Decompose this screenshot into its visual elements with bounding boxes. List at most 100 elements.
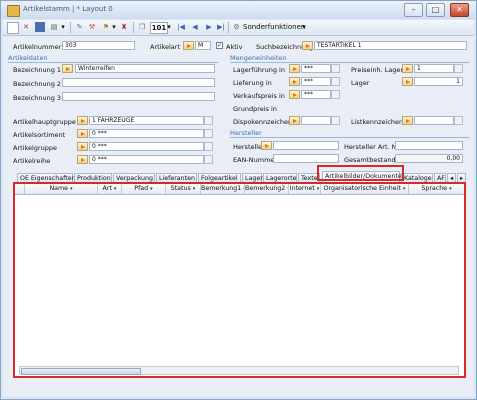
- col-bemerkung1-label: Bemerkung1: [201, 185, 242, 192]
- suchbezeichnung-field[interactable]: TESTARTIKEL 1: [314, 41, 467, 50]
- lieferung-dropdown[interactable]: [331, 77, 340, 86]
- lager-lookup-icon[interactable]: [402, 77, 413, 86]
- copy-icon[interactable]: ❐: [137, 22, 147, 32]
- reihe-dropdown[interactable]: [204, 155, 213, 164]
- stamp-icon[interactable]: ♜: [119, 22, 129, 32]
- chevron-down-icon[interactable]: ▾: [193, 186, 196, 192]
- lagerfuehrung-lookup-icon[interactable]: [289, 64, 300, 73]
- artikelnummer-field[interactable]: 303: [62, 41, 135, 50]
- col-bemerkung1[interactable]: Bemerkung1▾: [201, 184, 245, 194]
- grid-body[interactable]: [15, 195, 464, 363]
- col-internet[interactable]: Internet ▾: [289, 184, 321, 194]
- preiseinh-dropdown[interactable]: [454, 64, 463, 73]
- bezeichnung3-label: Bezeichnung 3: [13, 94, 62, 102]
- save-icon[interactable]: [35, 22, 45, 32]
- bezeichnung2-field[interactable]: [62, 78, 215, 87]
- col-organisatorische-einheit[interactable]: Organisatorische Einheit ▾: [321, 184, 409, 194]
- print-icon[interactable]: ▤: [49, 22, 59, 32]
- col-status[interactable]: Status ▾: [166, 184, 201, 194]
- preiseinh-lookup-icon[interactable]: [402, 64, 413, 73]
- reihe-lookup-icon[interactable]: [77, 155, 88, 164]
- col-sprache-label: Sprache: [421, 185, 448, 192]
- chevron-down-icon[interactable]: ▾: [317, 186, 320, 192]
- artikeldaten-section: Artikeldaten: [8, 54, 48, 62]
- lagerfuehrung-field[interactable]: ***: [301, 64, 331, 73]
- special-functions-dropdown-icon[interactable]: ▾: [301, 22, 307, 32]
- col-bemerkung2-label: Bemerkung2: [245, 185, 286, 192]
- hersteller-artnr-label: Hersteller Art. Nr.: [344, 143, 401, 151]
- row-selector-header[interactable]: [15, 184, 25, 194]
- special-functions-button[interactable]: Sonderfunktionen: [243, 22, 305, 32]
- chevron-down-icon[interactable]: ▾: [70, 186, 73, 192]
- hersteller-field[interactable]: [273, 141, 339, 150]
- hauptgruppe-dropdown[interactable]: [204, 116, 213, 125]
- ean-field[interactable]: [273, 154, 339, 163]
- chevron-down-icon[interactable]: ▾: [114, 186, 117, 192]
- dispokennzeichen-field[interactable]: [301, 116, 331, 125]
- counter-dropdown-icon[interactable]: ▾: [166, 22, 172, 32]
- gruppe-field[interactable]: 0 ***: [89, 142, 204, 151]
- maximize-button[interactable]: □: [426, 3, 445, 17]
- close-button[interactable]: ✕: [450, 3, 469, 17]
- col-name[interactable]: Name ▾: [25, 184, 98, 194]
- col-art[interactable]: Art ▾: [98, 184, 122, 194]
- bezeichnung3-field[interactable]: [62, 92, 215, 101]
- artikelhauptgruppe-label: Artikelhauptgruppe: [13, 118, 76, 126]
- col-sprache[interactable]: Sprache ▾: [409, 184, 464, 194]
- toolbar: ✕ ▤ ▾ ✎ ⚒ ⚑ ▾ ♜ ❐ 101 ▾ |◀ ◀ ▶ ▶| ⚙ Sond…: [3, 20, 474, 36]
- first-record-icon[interactable]: |◀: [176, 22, 186, 32]
- bezeichnung1-lookup-icon[interactable]: [62, 64, 73, 73]
- edit-pencil-icon[interactable]: ✎: [75, 22, 84, 32]
- col-bemerkung2[interactable]: Bemerkung2▾: [245, 184, 289, 194]
- horizontal-scrollbar[interactable]: [19, 366, 459, 375]
- print-dropdown-icon[interactable]: ▾: [60, 22, 66, 32]
- chevron-down-icon[interactable]: ▾: [403, 186, 406, 192]
- bell-icon[interactable]: ⚑: [101, 22, 111, 32]
- preiseinh-label: Preiseinh. Lager: [351, 66, 404, 74]
- artikelsortiment-label: Artikelsortiment: [13, 131, 66, 139]
- reihe-field[interactable]: 0 ***: [89, 155, 204, 164]
- sortiment-field[interactable]: 0 ***: [89, 129, 204, 138]
- aktiv-checkbox[interactable]: ✓: [216, 42, 223, 49]
- artikelart-field[interactable]: M: [195, 41, 211, 50]
- hersteller-artnr-field[interactable]: [395, 141, 463, 150]
- dispokennzeichen-dropdown[interactable]: [331, 116, 340, 125]
- bell-dropdown-icon[interactable]: ▾: [111, 22, 117, 32]
- verkaufspreis-lookup-icon[interactable]: [289, 90, 300, 99]
- listkennzeichen-lookup-icon[interactable]: [402, 116, 413, 125]
- new-document-icon[interactable]: [7, 22, 19, 34]
- lieferung-field[interactable]: ***: [301, 77, 331, 86]
- chevron-down-icon[interactable]: ▾: [449, 186, 452, 192]
- hauptgruppe-field[interactable]: 1 FAHRZEUGE: [89, 116, 204, 125]
- preiseinh-field[interactable]: 1: [414, 64, 454, 73]
- chevron-down-icon[interactable]: ▾: [150, 186, 153, 192]
- last-record-icon[interactable]: ▶|: [216, 22, 226, 32]
- minimize-button[interactable]: –: [404, 3, 423, 17]
- tools-icon[interactable]: ⚒: [87, 22, 97, 32]
- verkaufspreis-field[interactable]: ***: [301, 90, 331, 99]
- delete-icon[interactable]: ✕: [21, 22, 31, 32]
- verkaufspreis-dropdown[interactable]: [331, 90, 340, 99]
- scrollbar-thumb[interactable]: [21, 368, 141, 375]
- previous-record-icon[interactable]: ◀: [190, 22, 200, 32]
- app-icon: [7, 5, 20, 17]
- lager-field[interactable]: 1: [414, 77, 463, 86]
- sortiment-lookup-icon[interactable]: [77, 129, 88, 138]
- suchbezeichnung-lookup-icon[interactable]: [302, 41, 313, 50]
- next-record-icon[interactable]: ▶: [204, 22, 214, 32]
- hersteller-lookup-icon[interactable]: [261, 141, 272, 150]
- bezeichnung1-field[interactable]: Winterreifen: [75, 64, 215, 73]
- col-pfad[interactable]: Pfad ▾: [122, 184, 166, 194]
- dispokennzeichen-lookup-icon[interactable]: [289, 116, 300, 125]
- gruppe-lookup-icon[interactable]: [77, 142, 88, 151]
- gruppe-dropdown[interactable]: [204, 142, 213, 151]
- lieferung-lookup-icon[interactable]: [289, 77, 300, 86]
- sortiment-dropdown[interactable]: [204, 129, 213, 138]
- artikelart-lookup-icon[interactable]: [183, 41, 194, 50]
- special-functions-icon[interactable]: ⚙: [232, 22, 241, 32]
- listkennzeichen-dropdown[interactable]: [454, 116, 463, 125]
- hauptgruppe-lookup-icon[interactable]: [77, 116, 88, 125]
- lagerfuehrung-dropdown[interactable]: [331, 64, 340, 73]
- listkennzeichen-field[interactable]: [414, 116, 454, 125]
- grid-header: Name▾ Art▾ Pfad▾ Status▾ Bemerkung1▾ Bem…: [15, 184, 464, 195]
